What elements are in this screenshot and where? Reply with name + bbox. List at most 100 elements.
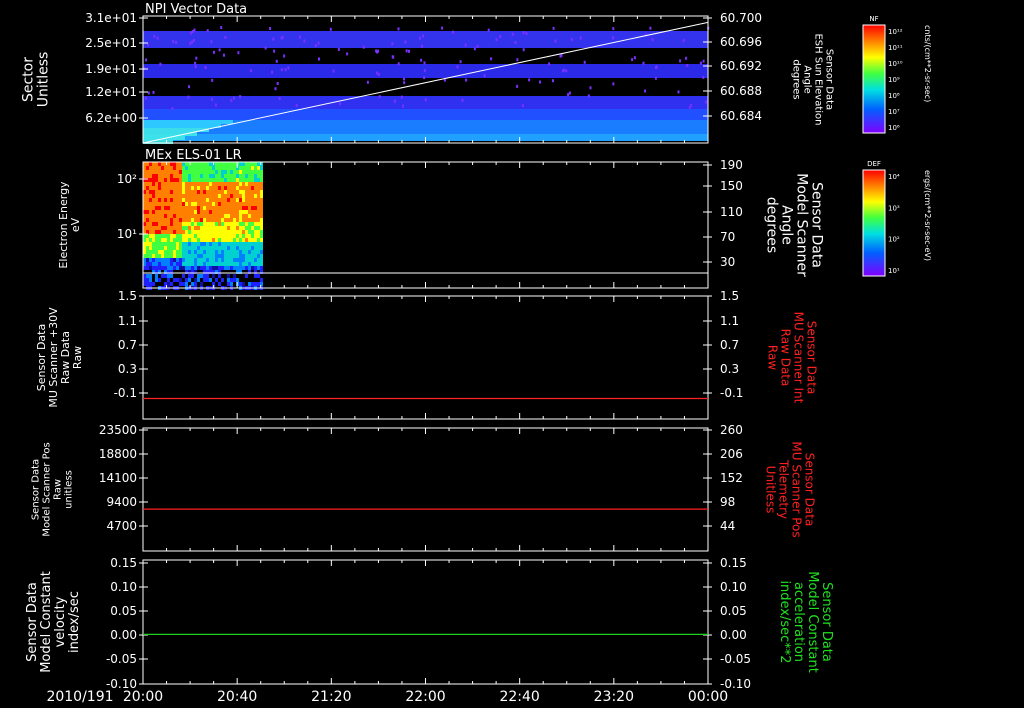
heatmap-cell — [155, 258, 158, 262]
heatmap-speck — [685, 56, 688, 60]
heatmap-cell — [215, 250, 218, 254]
heatmap-speck — [377, 49, 379, 53]
heatmap-cell — [197, 186, 200, 190]
heatmap-cell — [239, 182, 242, 186]
heatmap-cell — [155, 182, 158, 186]
heatmap-cell — [191, 186, 194, 190]
heatmap-cell — [149, 266, 152, 270]
heatmap-cell — [146, 222, 149, 226]
heatmap-cell — [167, 246, 170, 250]
heatmap-cell — [152, 258, 155, 262]
heatmap-cell — [221, 262, 224, 266]
heatmap-speck — [233, 96, 235, 100]
heatmap-speck — [362, 45, 365, 49]
heatmap-cell — [245, 262, 248, 266]
heatmap-cell — [170, 222, 173, 226]
heatmap-cell — [164, 178, 167, 182]
y-axis-label: Model Constant — [39, 571, 54, 673]
heatmap-cell — [260, 206, 263, 210]
heatmap-cell — [230, 214, 233, 218]
heatmap-speck — [554, 39, 557, 43]
heatmap-cell — [206, 238, 209, 242]
heatmap-cell — [155, 170, 158, 174]
heatmap-cell — [173, 222, 176, 226]
heatmap-cell — [149, 174, 152, 178]
heatmap-cell — [182, 186, 185, 190]
heatmap-cell — [242, 262, 245, 266]
heatmap-cell — [188, 238, 191, 242]
heatmap-band — [143, 31, 708, 48]
heatmap-cell — [218, 218, 221, 222]
heatmap-cell — [179, 230, 182, 234]
heatmap-cell — [170, 206, 173, 210]
heatmap-cell — [173, 238, 176, 242]
y-tick-label: 9400 — [106, 495, 137, 509]
heatmap-cell — [206, 218, 209, 222]
heatmap-cell — [218, 254, 221, 258]
heatmap-speck — [699, 61, 702, 65]
heatmap-cell — [146, 166, 149, 170]
right-y-axis-label: acceleration — [791, 582, 806, 662]
heatmap-cell — [182, 166, 185, 170]
heatmap-cell — [173, 170, 176, 174]
heatmap-cell — [257, 282, 260, 286]
heatmap-cell — [218, 266, 221, 270]
heatmap-cell — [161, 274, 164, 278]
heatmap-cell — [164, 206, 167, 210]
heatmap-cell — [257, 170, 260, 174]
heatmap-speck — [239, 95, 242, 99]
heatmap-cell — [155, 210, 158, 214]
heatmap-cell — [257, 238, 260, 242]
heatmap-speck — [171, 107, 174, 111]
heatmap-cell — [260, 214, 263, 218]
heatmap-cell — [170, 230, 173, 234]
heatmap-cell — [152, 190, 155, 194]
heatmap-cell — [248, 182, 251, 186]
heatmap-cell — [260, 230, 263, 234]
heatmap-cell — [164, 194, 167, 198]
heatmap-cell — [179, 262, 182, 266]
heatmap-cell — [221, 206, 224, 210]
heatmap-cell — [242, 190, 245, 194]
heatmap-cell — [170, 170, 173, 174]
heatmap-cell — [233, 262, 236, 266]
heatmap-cell — [203, 166, 206, 170]
heatmap-cell — [239, 190, 242, 194]
heatmap-speck — [397, 62, 400, 66]
y-axis-label: Sector — [21, 57, 37, 102]
heatmap-cell — [209, 206, 212, 210]
heatmap-cell — [200, 234, 203, 238]
heatmap-cell — [179, 174, 182, 178]
heatmap-speck — [476, 44, 479, 48]
heatmap-cell — [191, 198, 194, 202]
heatmap-cell — [260, 242, 263, 246]
heatmap-cell — [233, 198, 236, 202]
heatmap-cell — [203, 198, 206, 202]
heatmap-cell — [203, 202, 206, 206]
heatmap-cell — [236, 198, 239, 202]
heatmap-cell — [179, 210, 182, 214]
heatmap-cell — [251, 250, 254, 254]
heatmap-cell — [179, 234, 182, 238]
heatmap-cell — [164, 190, 167, 194]
heatmap-cell — [191, 226, 194, 230]
heatmap-cell — [233, 202, 236, 206]
heatmap-cell — [230, 222, 233, 226]
heatmap-cell — [239, 230, 242, 234]
heatmap-cell — [212, 206, 215, 210]
heatmap-cell — [257, 174, 260, 178]
x-tick-label: 23:20 — [594, 689, 634, 705]
heatmap-cell — [182, 182, 185, 186]
panel-1-title: NPI Vector Data — [145, 2, 247, 17]
heatmap-cell — [215, 262, 218, 266]
heatmap-cell — [224, 190, 227, 194]
heatmap-speck — [589, 86, 592, 90]
right-y-tick-label: 60.696 — [720, 35, 762, 49]
heatmap-cell — [233, 214, 236, 218]
heatmap-cell — [158, 254, 161, 258]
right-y-axis-label: Model Constant — [805, 571, 820, 673]
heatmap-cell — [167, 274, 170, 278]
heatmap-cell — [254, 206, 257, 210]
heatmap-cell — [155, 234, 158, 238]
heatmap-cell — [176, 242, 179, 246]
